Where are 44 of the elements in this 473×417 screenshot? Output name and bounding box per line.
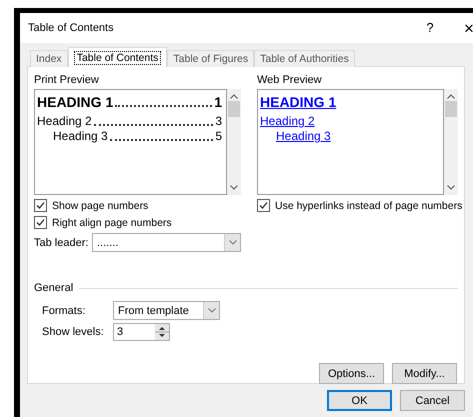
scroll-down-icon[interactable]: [447, 185, 455, 190]
page-number: 5: [215, 129, 222, 144]
field-label: Formats:: [42, 304, 86, 318]
section-label: Web Preview: [257, 73, 323, 88]
toc-link[interactable]: Heading 3: [276, 129, 331, 143]
dropdown[interactable]: .......: [92, 233, 241, 252]
help-button[interactable]: ?: [418, 21, 442, 35]
dialog-button[interactable]: Modify...: [392, 363, 457, 384]
tab[interactable]: Table of Authorities: [254, 50, 355, 67]
toc-link[interactable]: HEADING 1: [260, 94, 336, 110]
chevron-down-icon: [208, 308, 216, 313]
toc-link[interactable]: Heading 2: [260, 114, 315, 128]
page-number: 1: [214, 95, 222, 110]
field-label: Tab leader:: [34, 236, 90, 250]
section-label: Print Preview: [34, 73, 100, 88]
dialog-button[interactable]: Options...: [319, 363, 384, 384]
checkbox-label: Show page numbers: [52, 198, 148, 212]
dialog-button[interactable]: OK: [327, 390, 392, 411]
tab[interactable]: Table of Contents: [68, 47, 168, 67]
scroll-up-icon[interactable]: [447, 94, 455, 99]
tab[interactable]: Table of Figures: [167, 50, 254, 67]
dropdown[interactable]: From template: [113, 301, 220, 320]
checkbox[interactable]: [34, 216, 47, 229]
scroll-thumb[interactable]: [228, 101, 240, 117]
checkbox-label: Use hyperlinks instead of page numbers: [275, 198, 462, 212]
scroll-up-icon[interactable]: [230, 94, 238, 99]
tab[interactable]: Index: [30, 50, 68, 67]
chevron-down-icon: [228, 240, 236, 245]
spinner-arrows-icon[interactable]: [155, 324, 169, 340]
dialog-button[interactable]: Cancel: [400, 390, 465, 411]
checkbox[interactable]: [34, 199, 47, 212]
window-title: Table of Contents: [28, 21, 115, 35]
group-label: General: [34, 281, 74, 295]
scroll-down-icon[interactable]: [230, 185, 238, 190]
spin-field[interactable]: 3: [113, 323, 170, 341]
checkbox[interactable]: [257, 199, 270, 212]
toc-entry: HEADING 1: [37, 95, 114, 110]
page-number: 3: [215, 114, 222, 129]
field-label: Show levels:: [42, 325, 105, 339]
toc-entry: Heading 2: [37, 114, 92, 129]
close-button[interactable]: ×: [454, 20, 473, 36]
scroll-thumb[interactable]: [445, 101, 457, 117]
toc-entry: Heading 3: [53, 129, 108, 144]
checkbox-label: Right align page numbers: [52, 216, 172, 230]
